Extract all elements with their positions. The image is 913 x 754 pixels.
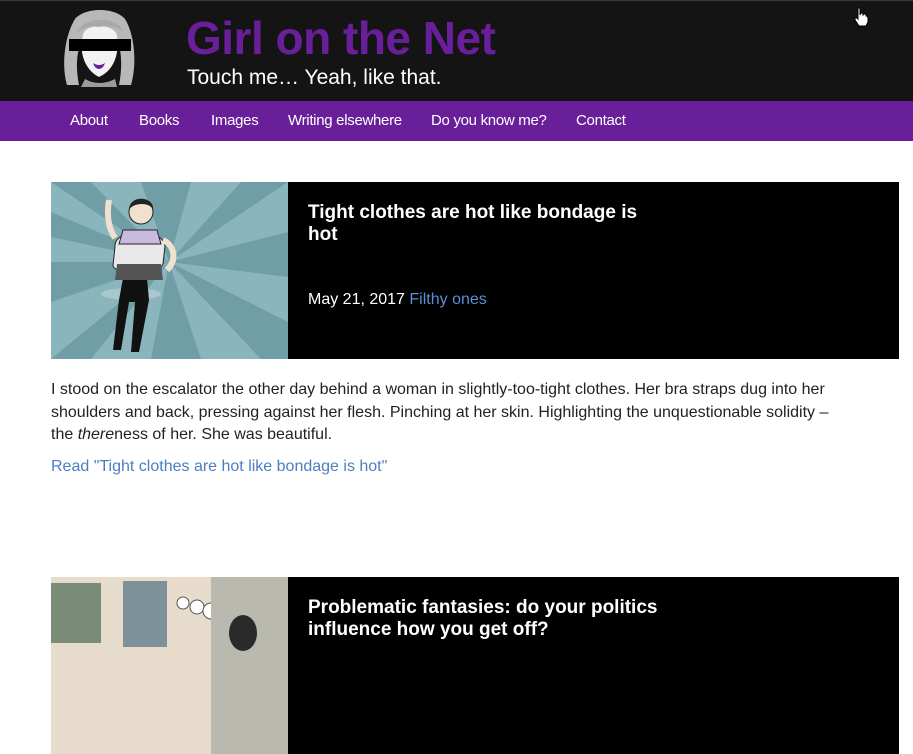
site-header: Girl on the Net Touch me… Yeah, like tha…	[0, 0, 913, 101]
post-date: May 21, 2017	[308, 291, 405, 308]
girl-logo-icon[interactable]	[57, 5, 141, 87]
nav-item-do-you-know-me[interactable]: Do you know me?	[431, 101, 547, 141]
main-nav: About Books Images Writing elsewhere Do …	[0, 101, 913, 141]
post-title-link[interactable]: Tight clothes are hot like bondage is ho…	[308, 202, 637, 245]
post-card: Tight clothes are hot like bondage is ho…	[51, 182, 899, 359]
post-category-link[interactable]: Filthy ones	[409, 291, 486, 308]
nav-item-about[interactable]: About	[70, 101, 108, 141]
post-title[interactable]: Problematic fantasies: do your politics …	[308, 597, 658, 641]
read-more-link[interactable]: Read "Tight clothes are hot like bondage…	[51, 456, 387, 478]
post-title-link[interactable]: Problematic fantasies: do your politics …	[308, 597, 657, 640]
nav-item-images[interactable]: Images	[211, 101, 259, 141]
nav-item-books[interactable]: Books	[139, 101, 180, 141]
post-thumbnail[interactable]	[51, 577, 288, 754]
nav-item-writing-elsewhere[interactable]: Writing elsewhere	[288, 101, 402, 141]
hand-cursor-icon	[854, 7, 869, 27]
post-excerpt: I stood on the escalator the other day b…	[51, 379, 851, 447]
post-card: Problematic fantasies: do your politics …	[51, 577, 899, 754]
excerpt-emphasis: there	[77, 426, 115, 443]
post-thumbnail[interactable]	[51, 182, 288, 359]
site-tagline: Touch me… Yeah, like that.	[187, 66, 442, 89]
excerpt-text-end: ness of her. She was beautiful.	[114, 426, 333, 443]
site-title[interactable]: Girl on the Net	[186, 9, 496, 67]
post-title[interactable]: Tight clothes are hot like bondage is ho…	[308, 202, 658, 246]
nav-item-contact[interactable]: Contact	[576, 101, 626, 141]
post-meta: May 21, 2017 Filthy ones	[308, 290, 487, 310]
